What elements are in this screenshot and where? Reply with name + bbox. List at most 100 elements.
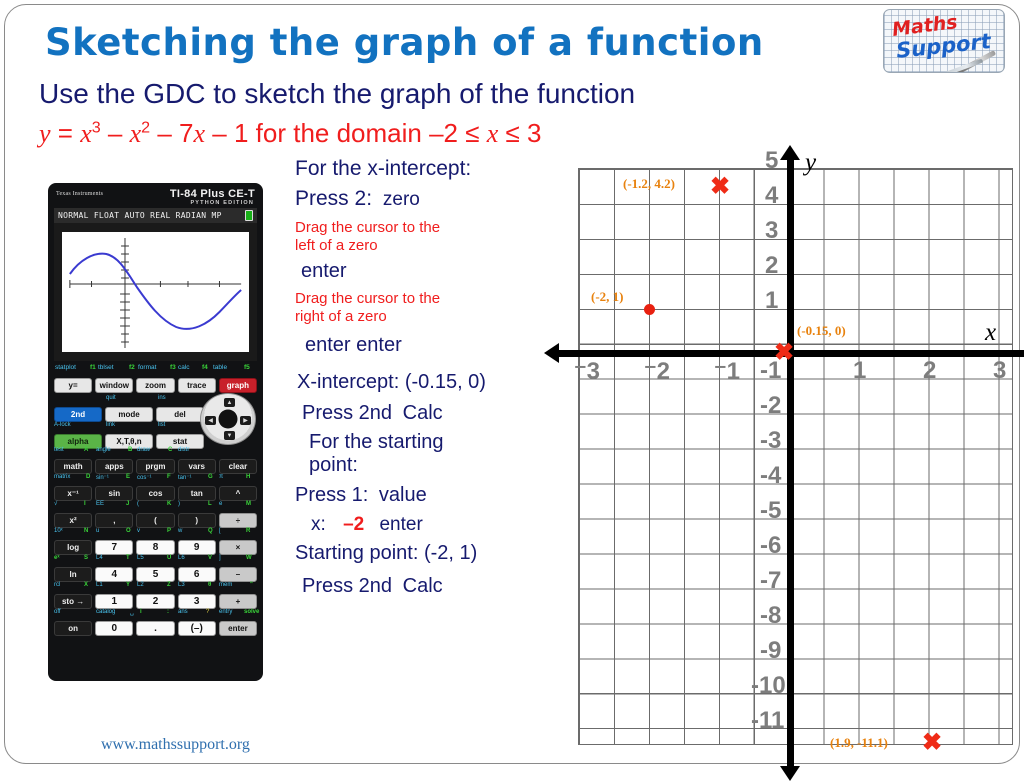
key-apps[interactable]: apps: [95, 459, 134, 474]
key-ln[interactable]: ln: [54, 567, 93, 582]
key-mode[interactable]: mode: [105, 407, 153, 422]
xtick-neg3: ⁻3: [574, 358, 601, 385]
fkey-label-f1: f1: [90, 364, 96, 371]
coordinate-graph: y x ⁻3 ⁻2 ⁻1 1 2 3 5 4 3 2 1 -1 -2 -3 -4…: [544, 145, 1024, 781]
sec-label-ex: eˣ: [54, 555, 60, 561]
key-sto[interactable]: sto →: [54, 594, 93, 609]
alpha-label-y: Y: [126, 582, 131, 588]
xtick-3: 3: [993, 357, 1007, 384]
key-plus[interactable]: +: [218, 594, 258, 609]
ytick-neg4: -4: [760, 462, 782, 489]
key-vars[interactable]: vars: [177, 459, 216, 474]
key-divide[interactable]: ÷: [218, 513, 258, 528]
calculator-row-456: ln 4 5 6 –: [54, 567, 258, 582]
dpad-up-icon[interactable]: ▲: [224, 398, 235, 407]
key-xinv[interactable]: x⁻¹: [54, 486, 93, 501]
point-label-endpoint: (1.9, -11.1): [830, 735, 888, 750]
sec-label-draw: draw: [137, 447, 151, 453]
calculator-left-keys: quit ins 2nd mode del A-lock link list a…: [54, 395, 204, 449]
sec-label-rbracket: ]: [219, 555, 221, 561]
instruction-line-drag-left-1: Drag the cursor to the: [295, 219, 441, 236]
alpha-label-u: U: [167, 555, 172, 561]
key-on[interactable]: on: [54, 621, 93, 636]
key-del[interactable]: del: [156, 407, 204, 422]
ytick-neg9: -9: [760, 637, 782, 664]
key-negate[interactable]: (–): [177, 621, 216, 636]
footer-url[interactable]: www.mathssupport.org: [101, 736, 250, 754]
key-sin[interactable]: sin: [95, 486, 134, 501]
calculator-fkey-row: y= window zoom trace graph: [54, 378, 258, 393]
key-3[interactable]: 3: [177, 594, 216, 609]
alpha-label-n: N: [84, 528, 89, 534]
xtick-1: 1: [853, 357, 867, 384]
key-prgm[interactable]: prgm: [136, 459, 175, 474]
sec-label-sqrt: √: [54, 501, 58, 507]
key-cos[interactable]: cos: [136, 486, 175, 501]
key-9[interactable]: 9: [177, 540, 216, 555]
key-7[interactable]: 7: [95, 540, 134, 555]
calculator-row-789: log 7 8 9 ×: [54, 540, 258, 555]
key-xsquared[interactable]: x²: [54, 513, 93, 528]
dpad-down-icon[interactable]: ▼: [224, 431, 235, 440]
alpha-label-q: Q: [208, 528, 213, 534]
sec-label-catalog: catalog: [96, 609, 116, 615]
key-6[interactable]: 6: [177, 567, 216, 582]
sec-label-quit: quit: [106, 395, 116, 401]
key-minus[interactable]: –: [218, 567, 258, 582]
key-zoom[interactable]: zoom: [136, 378, 175, 393]
sec-label-off: off: [54, 609, 61, 615]
alpha-label-h: H: [246, 474, 251, 480]
fkey-label-f2: f2: [129, 364, 135, 371]
key-rparen[interactable]: ): [177, 513, 216, 528]
slab-ex: eˣ S L4 T L5 U L6 V ] W: [54, 555, 257, 565]
point-label-start: (-2, 1): [591, 289, 624, 304]
ytick-neg8: -8: [760, 602, 782, 629]
dpad-right-icon[interactable]: ▶: [240, 416, 251, 425]
key-tan[interactable]: tan: [177, 486, 216, 501]
key-graph[interactable]: graph: [218, 378, 258, 393]
sec-label-pi: π: [219, 474, 224, 480]
instruction-line-drag-right-1: Drag the cursor to the: [295, 290, 441, 308]
fkey-label-f5: f5: [244, 364, 250, 371]
key-multiply[interactable]: ×: [218, 540, 258, 555]
key-decimal[interactable]: .: [136, 621, 175, 636]
key-trace[interactable]: trace: [177, 378, 216, 393]
result-xintercept: X-intercept: (-0.15, 0): [297, 370, 486, 393]
alpha-label-f: F: [167, 474, 171, 480]
key-log[interactable]: log: [54, 540, 93, 555]
key-math[interactable]: math: [54, 459, 93, 474]
key-4[interactable]: 4: [95, 567, 134, 582]
key-caret[interactable]: ^: [218, 486, 258, 501]
key-comma[interactable]: ,: [95, 513, 134, 528]
key-window[interactable]: window: [95, 378, 134, 393]
key-2nd[interactable]: 2nd: [54, 407, 102, 422]
instruction-line-drag-right-2: right of a zero: [295, 308, 387, 326]
key-clear[interactable]: clear: [218, 459, 258, 474]
subtitle: Use the GDC to sketch the graph of the f…: [39, 78, 636, 109]
page-title: Sketching the graph of a function: [45, 21, 764, 64]
key-5[interactable]: 5: [136, 567, 175, 582]
key-lparen[interactable]: (: [136, 513, 175, 528]
dpad-control[interactable]: ▲ ▼ ◀ ▶: [200, 393, 256, 445]
sec-label-test: test: [54, 447, 64, 453]
key-ygraph[interactable]: y=: [54, 378, 93, 393]
sec-label-angle: angle: [96, 447, 111, 453]
sec-label-l2: L2: [137, 582, 144, 588]
key-enter[interactable]: enter: [218, 621, 258, 636]
key-1[interactable]: 1: [95, 594, 134, 609]
point-marker-xintercept: ✖: [774, 339, 795, 366]
dpad-left-icon[interactable]: ◀: [205, 416, 216, 425]
sec-label-ee: EE: [96, 501, 105, 507]
alpha-label-j: J: [126, 501, 130, 507]
alpha-label-c: C: [168, 447, 173, 453]
key-0[interactable]: 0: [95, 621, 134, 636]
key-2[interactable]: 2: [136, 594, 175, 609]
fkey-label-f4: f4: [202, 364, 208, 371]
calculator-row-trig: x⁻¹ sin cos tan ^: [54, 486, 258, 501]
calc-label-2: Calc: [402, 574, 443, 597]
alpha-label-a: A: [84, 447, 89, 453]
instruction-line-starting-1: For the starting: [309, 430, 444, 453]
instruction-press2-label: Press 2:: [295, 187, 373, 210]
ytick-neg3: -3: [760, 427, 782, 454]
key-8[interactable]: 8: [136, 540, 175, 555]
